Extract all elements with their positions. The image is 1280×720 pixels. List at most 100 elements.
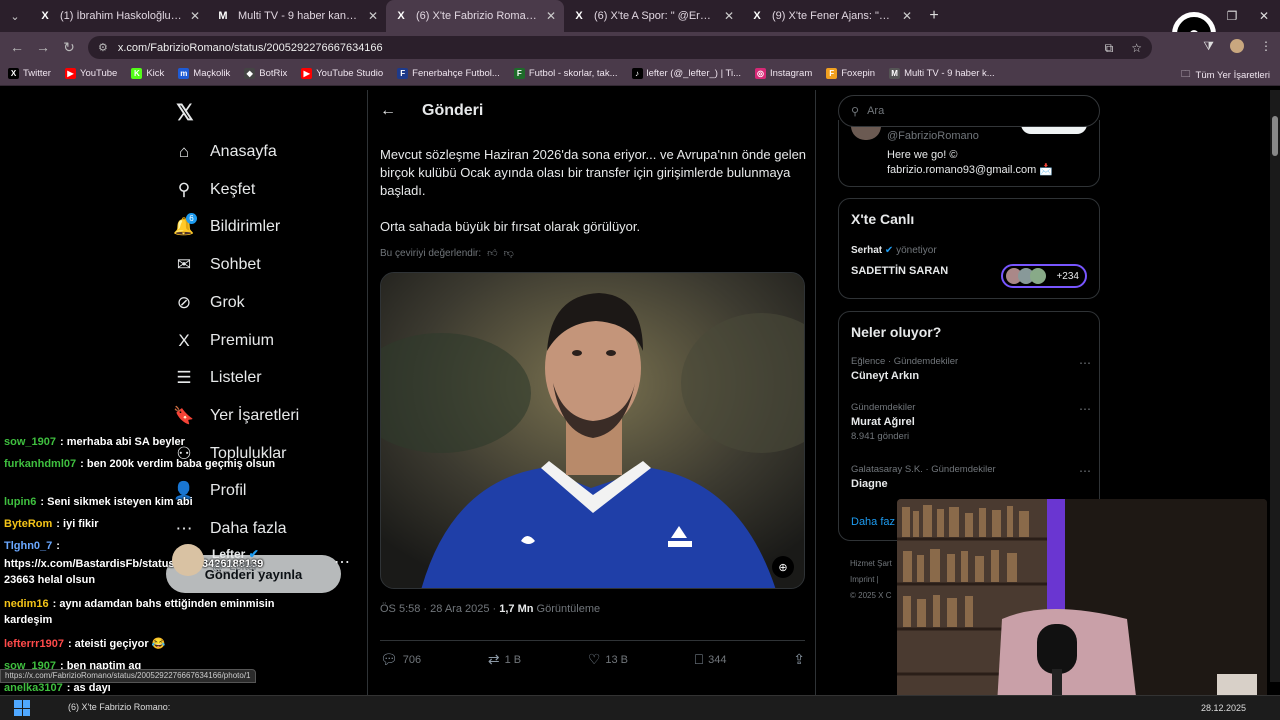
os-taskbar: (6) X'te Fabrizio Romano: 28.12.2025	[0, 695, 1280, 720]
bookmark-favicon-icon: ▶	[64, 68, 76, 79]
more-icon[interactable]: ⋯	[1079, 464, 1091, 478]
windows-start-icon[interactable]	[14, 700, 30, 716]
scrollbar-thumb[interactable]	[1272, 116, 1278, 156]
bookmark-item[interactable]: F Foxepin	[826, 68, 875, 79]
reload-icon[interactable]: ↻	[56, 39, 82, 56]
bookmark-button[interactable]: ⎕ 344	[695, 651, 727, 668]
bookmark-item[interactable]: F Fenerbahçe Futbol...	[397, 68, 500, 79]
thumbs-down-icon[interactable]: 👎︎	[504, 247, 514, 259]
chat-text: : ben 200k verdim baba geçmiş olsun	[80, 458, 276, 470]
bookmark-item[interactable]: ▶ YouTube	[64, 68, 117, 79]
like-button[interactable]: ♡ 13 B	[588, 651, 628, 668]
all-bookmarks[interactable]: 🗀 Tüm Yer İşaretleri	[1181, 67, 1270, 83]
url-text: x.com/FabrizioRomano/status/200529227666…	[117, 41, 383, 54]
nav-item-listeler[interactable]: ☰ Listeler	[174, 368, 261, 388]
profile-avatar[interactable]	[1230, 39, 1244, 53]
bookmark-item[interactable]: ▶ YouTube Studio	[301, 68, 383, 79]
close-tab-icon[interactable]: ✕	[546, 9, 556, 23]
repost-button[interactable]: ⇄ 1 B	[488, 651, 521, 668]
image-tools-icon[interactable]: ⊕	[772, 556, 794, 578]
close-tab-icon[interactable]: ✕	[368, 9, 378, 23]
account-switcher[interactable]: Lefter ✔ @_Lefter_ ⋯	[172, 540, 362, 580]
browser-tab[interactable]: M Multi TV - 9 haber kanalını ayn… ✕	[208, 0, 386, 32]
trend-item[interactable]: Gündemdekiler Murat Ağırel 8.941 gönderi…	[851, 402, 1091, 442]
chat-username[interactable]: Tlghn0_7	[4, 540, 52, 552]
reply-button[interactable]: 💬︎ 706	[380, 651, 421, 668]
post-photo[interactable]: ⊕	[380, 272, 805, 589]
more-icon[interactable]: ⋯	[1079, 402, 1091, 416]
tab-search-button[interactable]: ⌄	[0, 0, 30, 32]
bookmark-item[interactable]: ◎ Instagram	[755, 68, 812, 79]
bookmark-item[interactable]: M Multi TV - 9 haber k...	[889, 68, 995, 79]
chat-username[interactable]: ByteRom	[4, 518, 52, 530]
bookmark-star-icon[interactable]: ☆	[1131, 41, 1142, 56]
chat-username[interactable]: nedim16	[4, 598, 49, 610]
bookmark-item[interactable]: m Maçkolik	[178, 68, 230, 79]
menu-icon[interactable]: ⋮	[1260, 39, 1272, 54]
nav-item-grok[interactable]: ⊘ Grok	[174, 293, 245, 313]
nav-item-premium[interactable]: X Premium	[174, 331, 274, 351]
avatar	[851, 126, 881, 140]
browser-tab[interactable]: X (6) X'te Fabrizio Romano: "… ✕	[386, 0, 564, 32]
page-scrollbar[interactable]	[1270, 90, 1280, 682]
more-icon[interactable]: ⋯	[1079, 356, 1091, 370]
x-favicon-icon: X	[575, 10, 583, 22]
folder-icon: 🗀	[1181, 69, 1191, 80]
chat-username[interactable]: anelka3107	[4, 682, 63, 694]
bookmark-favicon-icon: ◎	[755, 68, 766, 79]
chat-text: :	[56, 540, 60, 552]
chat-username[interactable]: sow_1907	[4, 436, 56, 448]
taskbar-item[interactable]: (6) X'te Fabrizio Romano:	[68, 702, 170, 712]
browser-tab[interactable]: X (1) İbrahim Haskoloğlu (@hask… ✕	[30, 0, 208, 32]
close-tab-icon[interactable]: ✕	[190, 9, 200, 23]
search-input[interactable]: ⚲ Ara	[838, 95, 1100, 127]
thumbs-up-icon[interactable]: 👍︎	[487, 247, 497, 259]
repost-icon: ⇄	[487, 651, 500, 667]
chat-text: : as dayı	[66, 682, 111, 694]
close-window-button[interactable]: ✕	[1248, 9, 1280, 23]
trend-item[interactable]: Galatasaray S.K. · Gündemdekiler Diagne …	[851, 464, 1091, 490]
avatar	[1030, 268, 1046, 284]
trend-item[interactable]: Eğlence · Gündemdekiler Cüneyt Arkın ⋯	[851, 356, 1091, 382]
close-tab-icon[interactable]: ✕	[724, 9, 734, 23]
extensions-icon[interactable]: ⧩	[1203, 39, 1214, 54]
chat-username[interactable]: furkanhdml07	[4, 458, 76, 470]
more-icon[interactable]: ⋯	[334, 552, 350, 572]
browser-tab[interactable]: X (6) X'te A Spor: " @ErdemAk… ✕	[564, 0, 742, 32]
new-tab-button[interactable]: +	[920, 7, 948, 25]
back-arrow-icon[interactable]: ←	[380, 102, 396, 120]
nav-item-yer-i̇şaretleri[interactable]: 🔖 Yer İşaretleri	[173, 406, 299, 426]
maximize-button[interactable]: ❐	[1216, 9, 1248, 23]
bookmark-item[interactable]: X Twitter	[8, 68, 51, 79]
bookmark-item[interactable]: K Kick	[131, 68, 164, 79]
chat-username[interactable]: lupin6	[4, 496, 36, 508]
nav-item-bildirimler[interactable]: 🔔 6 Bildirimler	[173, 213, 280, 237]
show-more-link[interactable]: Daha faz	[851, 516, 895, 528]
back-icon[interactable]: ←	[4, 39, 30, 55]
bookmark-item[interactable]: ♪ lefter (@_lefter_) | Ti...	[631, 68, 741, 79]
rate-translation: Bu çeviriyi değerlendir: 👍︎ 👎︎	[380, 247, 514, 260]
forward-icon[interactable]: →	[30, 39, 56, 55]
share-button[interactable]: ⇪	[793, 651, 805, 668]
chat-text: : iyi fikir	[56, 518, 99, 530]
nav-item-anasayfa[interactable]: ⌂ Anasayfa	[174, 142, 277, 162]
live-listeners[interactable]: +234	[1001, 264, 1087, 288]
grok-icon: ⊘	[176, 292, 192, 312]
verified-icon: ✔	[248, 547, 259, 561]
chat-username[interactable]: lefterrr1907	[4, 638, 64, 650]
bookmark-favicon-icon: ▶	[301, 68, 313, 79]
close-tab-icon[interactable]: ✕	[902, 9, 912, 23]
address-bar[interactable]: ⚙ x.com/FabrizioRomano/status/2005292276…	[88, 36, 1152, 59]
browser-tab[interactable]: X (9) X'te Fener Ajans: "Yağız S… ✕	[742, 0, 920, 32]
nav-item-keşfet[interactable]: ⚲ Keşfet	[174, 180, 256, 200]
browser-toolbar: ← → ↻ ⚙ x.com/FabrizioRomano/status/2005…	[0, 32, 1280, 62]
site-info-icon[interactable]: ⚙	[98, 41, 108, 54]
install-app-icon[interactable]: ⧉	[1105, 41, 1114, 56]
post-meta: ÖS 5:58 · 28 Ara 2025 · 1,7 Mn Görüntüle…	[380, 603, 601, 615]
bookmark-item[interactable]: F Futbol - skorlar, tak...	[513, 68, 618, 79]
x-logo-icon[interactable]: 𝕏	[176, 100, 194, 126]
chat-message: furkanhdml07 : ben 200k verdim baba geçmi…	[4, 456, 284, 472]
bookmark-item[interactable]: ◆ BotRix	[244, 68, 287, 79]
nav-item-sohbet[interactable]: ✉ Sohbet	[174, 255, 261, 275]
bookmarks-bar: X Twitter ▶ YouTube K Kick m Maçkolik ◆ BotRix ▶ Yo…	[0, 62, 1280, 86]
